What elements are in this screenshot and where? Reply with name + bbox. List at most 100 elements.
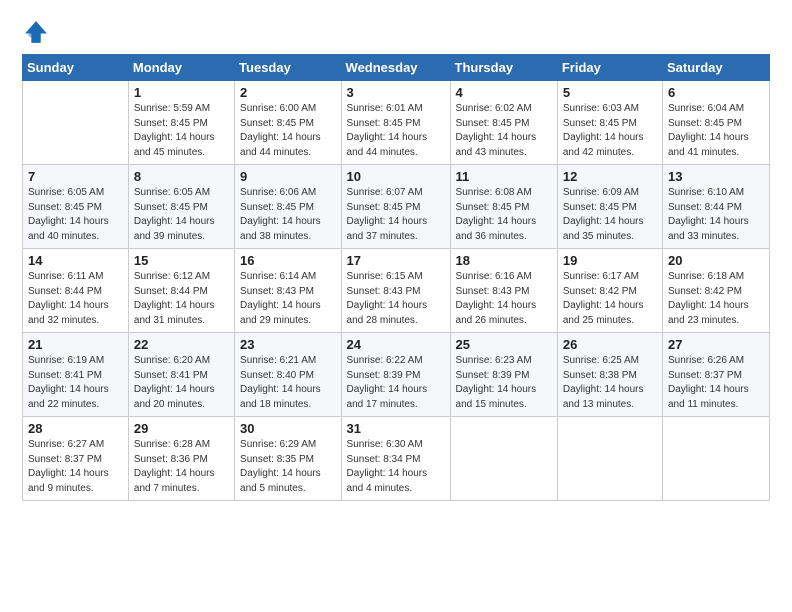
day-info: Sunrise: 6:12 AMSunset: 8:44 PMDaylight:…	[134, 270, 229, 328]
day-info: Sunrise: 6:22 AMSunset: 8:39 PMDaylight:…	[347, 354, 445, 412]
day-info: Sunrise: 6:30 AMSunset: 8:34 PMDaylight:…	[347, 438, 445, 496]
calendar-week-5: 28 Sunrise: 6:27 AMSunset: 8:37 PMDayligh…	[23, 417, 770, 501]
calendar-cell: 29 Sunrise: 6:28 AMSunset: 8:36 PMDayligh…	[128, 417, 234, 501]
day-info: Sunrise: 6:19 AMSunset: 8:41 PMDaylight:…	[28, 354, 123, 412]
calendar-cell: 1 Sunrise: 5:59 AMSunset: 8:45 PMDaylight…	[128, 81, 234, 165]
calendar-cell: 16 Sunrise: 6:14 AMSunset: 8:43 PMDayligh…	[235, 249, 341, 333]
day-number: 5	[563, 85, 657, 100]
calendar-cell: 3 Sunrise: 6:01 AMSunset: 8:45 PMDaylight…	[341, 81, 450, 165]
calendar-cell: 28 Sunrise: 6:27 AMSunset: 8:37 PMDayligh…	[23, 417, 129, 501]
calendar-cell: 4 Sunrise: 6:02 AMSunset: 8:45 PMDaylight…	[450, 81, 557, 165]
day-info: Sunrise: 6:27 AMSunset: 8:37 PMDaylight:…	[28, 438, 123, 496]
day-info: Sunrise: 6:02 AMSunset: 8:45 PMDaylight:…	[456, 102, 552, 160]
header-row	[22, 18, 770, 46]
day-info: Sunrise: 5:59 AMSunset: 8:45 PMDaylight:…	[134, 102, 229, 160]
day-info: Sunrise: 6:15 AMSunset: 8:43 PMDaylight:…	[347, 270, 445, 328]
calendar-cell: 9Sunrise: 6:06 AMSunset: 8:45 PMDaylight…	[235, 165, 341, 249]
day-info: Sunrise: 6:04 AMSunset: 8:45 PMDaylight:…	[668, 102, 764, 160]
day-info: Sunrise: 6:21 AMSunset: 8:40 PMDaylight:…	[240, 354, 335, 412]
day-info: Sunrise: 6:03 AMSunset: 8:45 PMDaylight:…	[563, 102, 657, 160]
day-number: 25	[456, 337, 552, 352]
calendar-cell: 24 Sunrise: 6:22 AMSunset: 8:39 PMDayligh…	[341, 333, 450, 417]
calendar-cell: 10 Sunrise: 6:07 AMSunset: 8:45 PMDayligh…	[341, 165, 450, 249]
day-info: Sunrise: 6:05 AMSunset: 8:45 PMDaylight:…	[134, 186, 229, 244]
day-number: 8	[134, 169, 229, 184]
day-info: Sunrise: 6:05 AMSunset: 8:45 PMDaylight:…	[28, 186, 123, 244]
day-number: 1	[134, 85, 229, 100]
calendar-cell: 6 Sunrise: 6:04 AMSunset: 8:45 PMDaylight…	[662, 81, 769, 165]
day-number: 20	[668, 253, 764, 268]
page: SundayMondayTuesdayWednesdayThursdayFrid…	[0, 0, 792, 612]
day-info: Sunrise: 6:23 AMSunset: 8:39 PMDaylight:…	[456, 354, 552, 412]
day-info: Sunrise: 6:16 AMSunset: 8:43 PMDaylight:…	[456, 270, 552, 328]
day-number: 11	[456, 169, 552, 184]
day-info: Sunrise: 6:20 AMSunset: 8:41 PMDaylight:…	[134, 354, 229, 412]
logo	[22, 18, 52, 46]
day-number: 10	[347, 169, 445, 184]
calendar-cell	[662, 417, 769, 501]
day-number: 17	[347, 253, 445, 268]
calendar-header-row: SundayMondayTuesdayWednesdayThursdayFrid…	[23, 55, 770, 81]
day-number: 28	[28, 421, 123, 436]
day-number: 23	[240, 337, 335, 352]
calendar-table: SundayMondayTuesdayWednesdayThursdayFrid…	[22, 54, 770, 501]
day-number: 3	[347, 85, 445, 100]
calendar-cell: 12 Sunrise: 6:09 AMSunset: 8:45 PMDayligh…	[557, 165, 662, 249]
day-info: Sunrise: 6:01 AMSunset: 8:45 PMDaylight:…	[347, 102, 445, 160]
calendar-cell	[23, 81, 129, 165]
day-number: 6	[668, 85, 764, 100]
calendar-cell: 31Sunrise: 6:30 AMSunset: 8:34 PMDayligh…	[341, 417, 450, 501]
day-number: 18	[456, 253, 552, 268]
calendar-cell: 30Sunrise: 6:29 AMSunset: 8:35 PMDayligh…	[235, 417, 341, 501]
weekday-header-monday: Monday	[128, 55, 234, 81]
calendar-cell: 17 Sunrise: 6:15 AMSunset: 8:43 PMDayligh…	[341, 249, 450, 333]
calendar-week-3: 14Sunrise: 6:11 AMSunset: 8:44 PMDayligh…	[23, 249, 770, 333]
day-info: Sunrise: 6:08 AMSunset: 8:45 PMDaylight:…	[456, 186, 552, 244]
calendar-cell: 5 Sunrise: 6:03 AMSunset: 8:45 PMDaylight…	[557, 81, 662, 165]
calendar-cell: 18 Sunrise: 6:16 AMSunset: 8:43 PMDayligh…	[450, 249, 557, 333]
logo-icon	[22, 18, 50, 46]
day-number: 7	[28, 169, 123, 184]
day-number: 26	[563, 337, 657, 352]
weekday-header-thursday: Thursday	[450, 55, 557, 81]
weekday-header-sunday: Sunday	[23, 55, 129, 81]
day-number: 2	[240, 85, 335, 100]
day-number: 19	[563, 253, 657, 268]
day-info: Sunrise: 6:06 AMSunset: 8:45 PMDaylight:…	[240, 186, 335, 244]
day-number: 15	[134, 253, 229, 268]
day-info: Sunrise: 6:26 AMSunset: 8:37 PMDaylight:…	[668, 354, 764, 412]
calendar-cell: 11 Sunrise: 6:08 AMSunset: 8:45 PMDayligh…	[450, 165, 557, 249]
calendar-week-2: 7 Sunrise: 6:05 AMSunset: 8:45 PMDaylight…	[23, 165, 770, 249]
day-info: Sunrise: 6:00 AMSunset: 8:45 PMDaylight:…	[240, 102, 335, 160]
day-info: Sunrise: 6:17 AMSunset: 8:42 PMDaylight:…	[563, 270, 657, 328]
day-number: 4	[456, 85, 552, 100]
calendar-cell: 22 Sunrise: 6:20 AMSunset: 8:41 PMDayligh…	[128, 333, 234, 417]
calendar-cell	[557, 417, 662, 501]
day-info: Sunrise: 6:09 AMSunset: 8:45 PMDaylight:…	[563, 186, 657, 244]
calendar-cell: 19 Sunrise: 6:17 AMSunset: 8:42 PMDayligh…	[557, 249, 662, 333]
day-number: 16	[240, 253, 335, 268]
calendar-cell: 15 Sunrise: 6:12 AMSunset: 8:44 PMDayligh…	[128, 249, 234, 333]
day-number: 12	[563, 169, 657, 184]
day-info: Sunrise: 6:14 AMSunset: 8:43 PMDaylight:…	[240, 270, 335, 328]
day-number: 29	[134, 421, 229, 436]
day-info: Sunrise: 6:28 AMSunset: 8:36 PMDaylight:…	[134, 438, 229, 496]
day-info: Sunrise: 6:18 AMSunset: 8:42 PMDaylight:…	[668, 270, 764, 328]
calendar-cell: 20 Sunrise: 6:18 AMSunset: 8:42 PMDayligh…	[662, 249, 769, 333]
day-number: 13	[668, 169, 764, 184]
calendar-cell: 27Sunrise: 6:26 AMSunset: 8:37 PMDayligh…	[662, 333, 769, 417]
calendar-cell: 7 Sunrise: 6:05 AMSunset: 8:45 PMDaylight…	[23, 165, 129, 249]
calendar-cell: 21Sunrise: 6:19 AMSunset: 8:41 PMDayligh…	[23, 333, 129, 417]
day-number: 24	[347, 337, 445, 352]
calendar-cell: 8 Sunrise: 6:05 AMSunset: 8:45 PMDaylight…	[128, 165, 234, 249]
day-info: Sunrise: 6:07 AMSunset: 8:45 PMDaylight:…	[347, 186, 445, 244]
calendar-week-4: 21Sunrise: 6:19 AMSunset: 8:41 PMDayligh…	[23, 333, 770, 417]
day-info: Sunrise: 6:25 AMSunset: 8:38 PMDaylight:…	[563, 354, 657, 412]
calendar-cell: 23 Sunrise: 6:21 AMSunset: 8:40 PMDayligh…	[235, 333, 341, 417]
weekday-header-tuesday: Tuesday	[235, 55, 341, 81]
day-number: 22	[134, 337, 229, 352]
weekday-header-wednesday: Wednesday	[341, 55, 450, 81]
day-info: Sunrise: 6:10 AMSunset: 8:44 PMDaylight:…	[668, 186, 764, 244]
calendar-cell: 25 Sunrise: 6:23 AMSunset: 8:39 PMDayligh…	[450, 333, 557, 417]
day-number: 14	[28, 253, 123, 268]
